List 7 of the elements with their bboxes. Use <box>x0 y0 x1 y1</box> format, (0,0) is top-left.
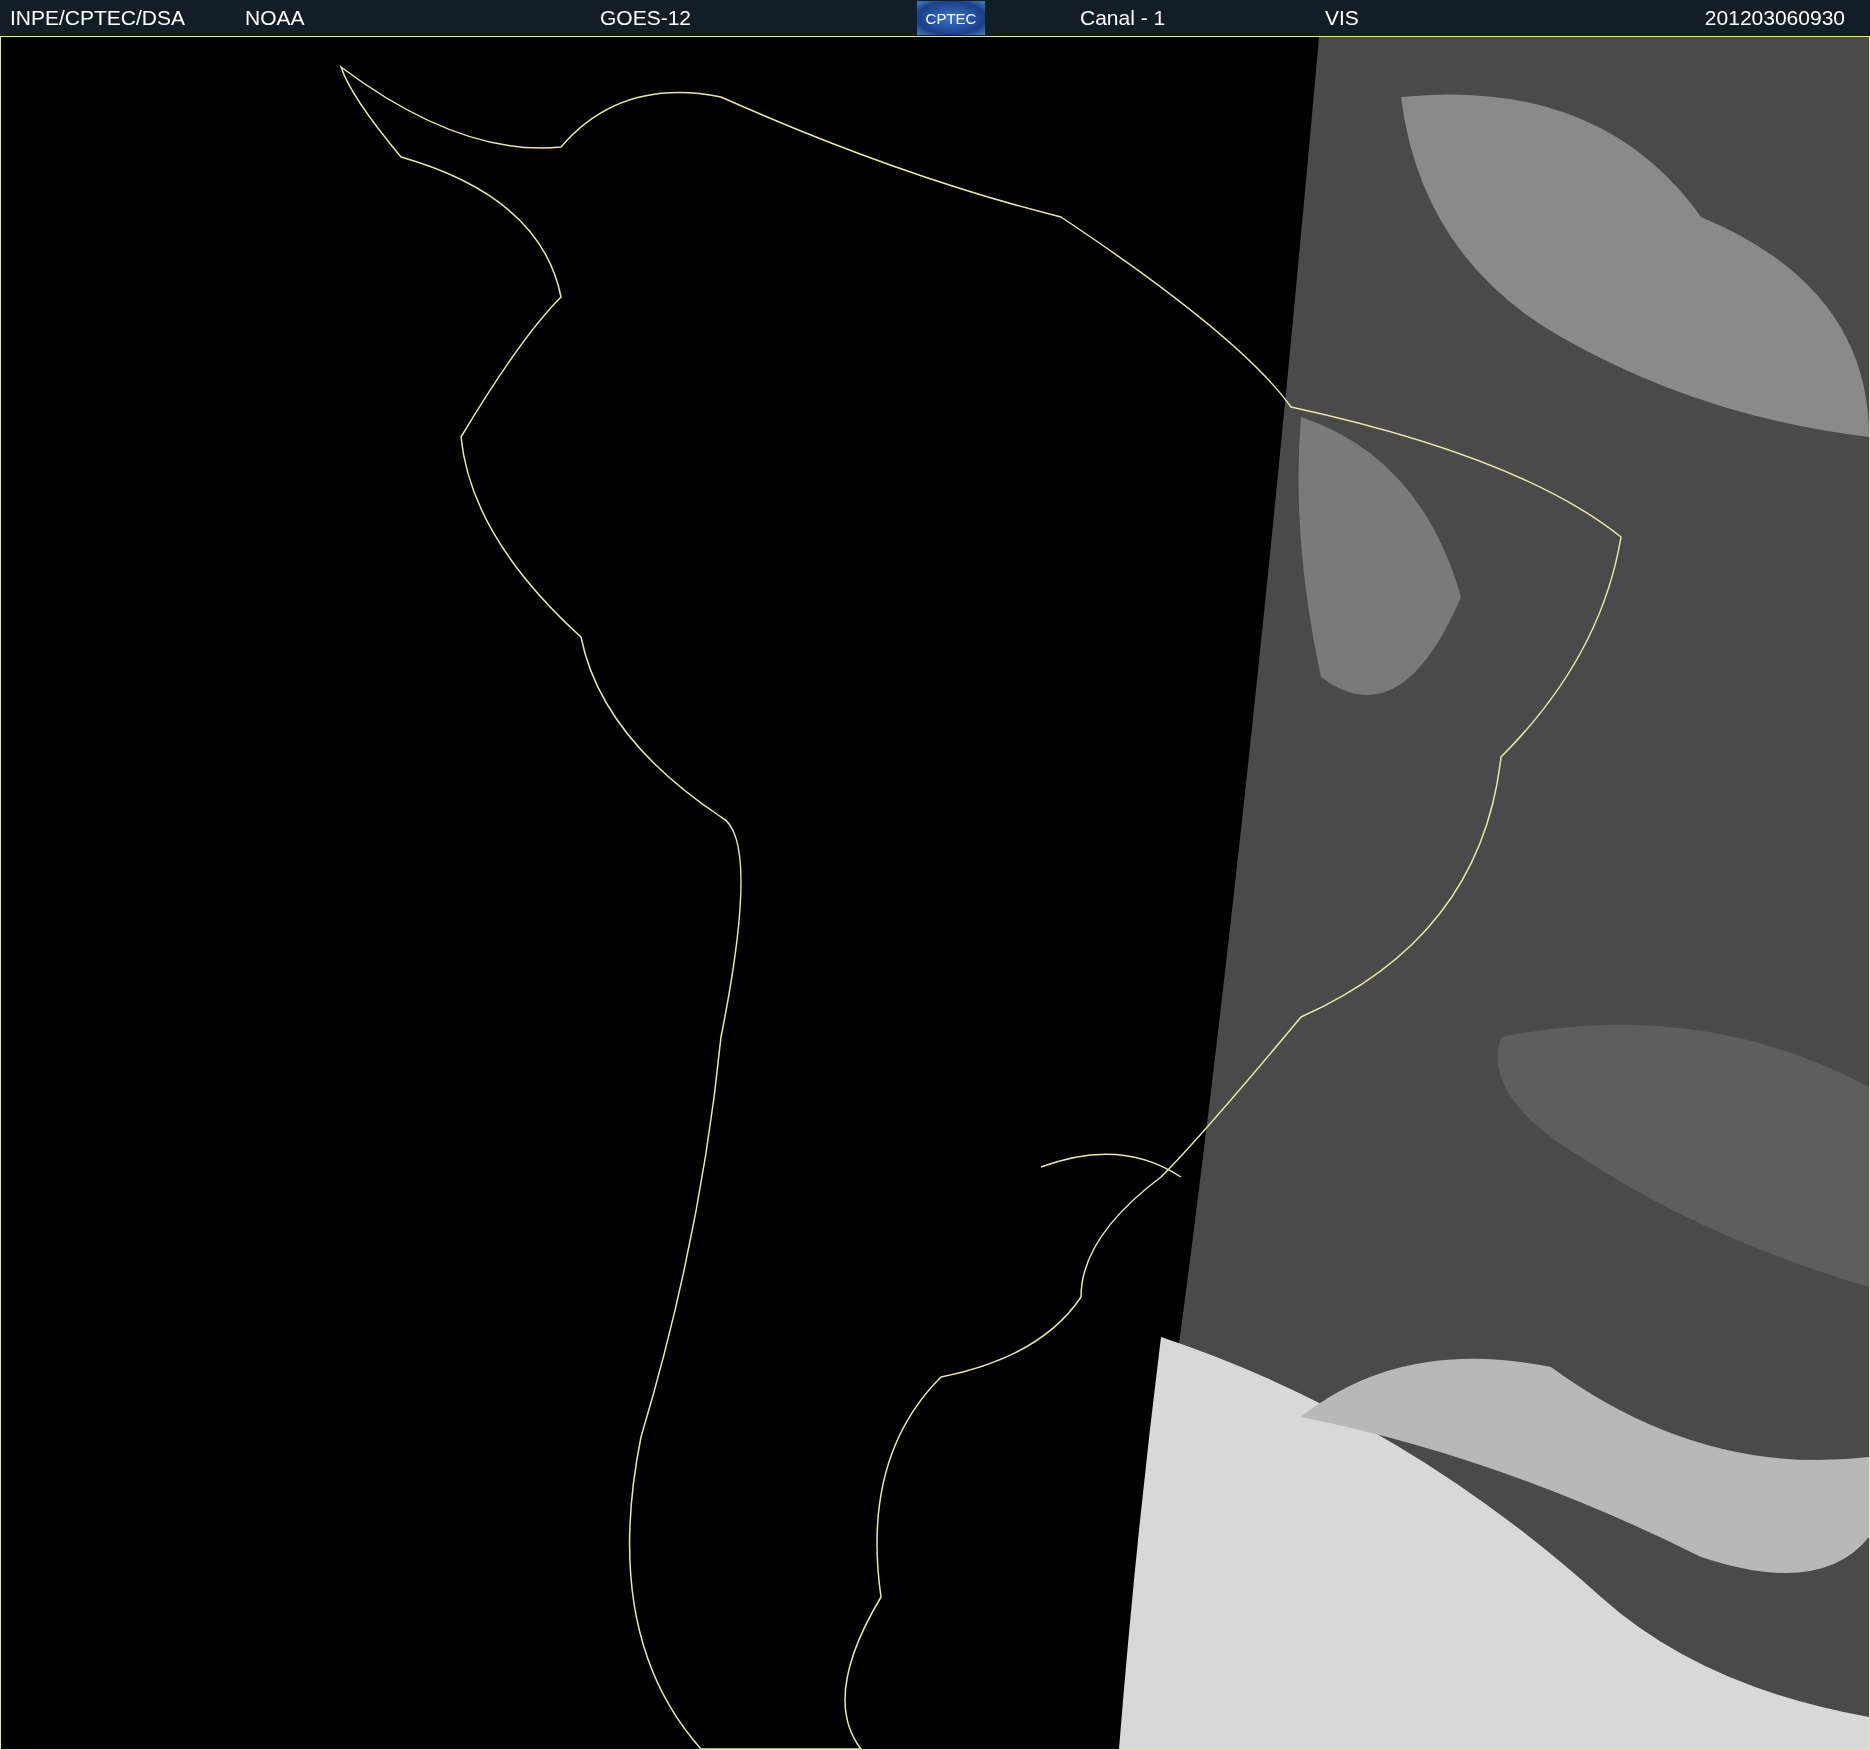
source-label: INPE/CPTEC/DSA <box>10 5 187 32</box>
band-label: VIS <box>1325 5 1360 32</box>
channel-label: Canal - 1 <box>1080 5 1167 32</box>
agency-label: NOAA <box>245 5 306 32</box>
logo: CPTEC <box>917 1 985 35</box>
timestamp-label: 201203060930 <box>1704 5 1845 32</box>
satellite-label: GOES-12 <box>600 5 693 32</box>
